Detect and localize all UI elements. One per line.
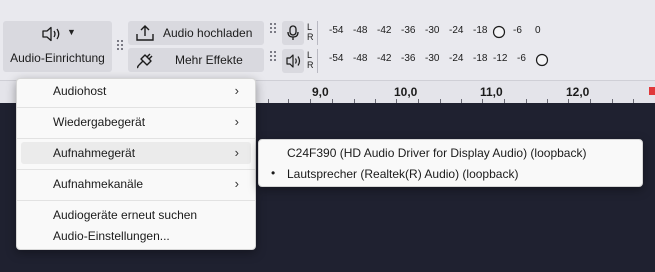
menu-divider bbox=[17, 138, 255, 139]
speaker-icon bbox=[42, 26, 60, 42]
playback-channel-labels: L R bbox=[307, 50, 314, 70]
meter-grip-handle[interactable] bbox=[270, 51, 276, 63]
record-tick: -36 bbox=[401, 25, 416, 36]
playback-level-meter[interactable]: -54 -48 -42 -36 -30 -24 -18 -12 -6 bbox=[317, 49, 552, 73]
plugin-icon bbox=[136, 53, 153, 69]
playback-tick: -42 bbox=[377, 53, 392, 64]
audio-setup-label: Audio-Einrichtung bbox=[10, 51, 105, 65]
playback-tick: -12 bbox=[493, 53, 508, 64]
menu-divider bbox=[17, 200, 255, 201]
toolbar-grip-handle[interactable] bbox=[117, 40, 123, 52]
menu-divider bbox=[17, 107, 255, 108]
level-slider-handle[interactable] bbox=[535, 53, 549, 67]
ruler-label: 10,0 bbox=[394, 85, 418, 99]
playback-tick: -6 bbox=[517, 53, 526, 64]
playback-tick: -48 bbox=[353, 53, 368, 64]
upload-audio-label: Audio hochladen bbox=[163, 26, 253, 40]
more-effects-label: Mehr Effekte bbox=[175, 53, 243, 67]
playback-meter-button[interactable] bbox=[282, 49, 304, 73]
speaker-icon bbox=[286, 54, 301, 68]
chevron-right-icon: › bbox=[234, 145, 239, 160]
microphone-icon bbox=[287, 25, 299, 40]
menu-divider bbox=[17, 169, 255, 170]
playback-tick: -54 bbox=[329, 53, 344, 64]
upload-icon bbox=[136, 25, 154, 41]
submenu-item-device[interactable]: • Lautsprecher (Realtek(R) Audio) (loopb… bbox=[263, 163, 638, 185]
more-effects-button[interactable]: Mehr Effekte bbox=[128, 48, 264, 72]
record-channel-labels: L R bbox=[307, 22, 314, 42]
ruler-label: 12,0 bbox=[566, 85, 590, 99]
ruler-label: 11,0 bbox=[480, 85, 503, 99]
chevron-right-icon: › bbox=[234, 83, 239, 98]
meter-grip-handle[interactable] bbox=[270, 23, 276, 35]
chevron-down-icon: ▼ bbox=[67, 27, 76, 37]
recording-device-submenu: C24F390 (HD Audio Driver for Display Aud… bbox=[258, 139, 643, 187]
record-tick: -18 bbox=[473, 25, 488, 36]
record-tick: 0 bbox=[535, 25, 541, 36]
level-slider-handle[interactable] bbox=[492, 25, 506, 39]
playback-tick: -18 bbox=[473, 53, 488, 64]
record-tick: -6 bbox=[513, 25, 522, 36]
upload-audio-button[interactable]: Audio hochladen bbox=[128, 21, 264, 45]
menu-item-audiohost[interactable]: Audiohost › bbox=[21, 80, 251, 102]
audio-setup-menu: Audiohost › Wiedergabegerät › Aufnahmege… bbox=[16, 78, 256, 250]
menu-item-recording-channels[interactable]: Aufnahmekanäle › bbox=[21, 173, 251, 195]
menu-item-playback-device[interactable]: Wiedergabegerät › bbox=[21, 111, 251, 133]
record-tick: -54 bbox=[329, 25, 344, 36]
record-tick: -42 bbox=[377, 25, 392, 36]
menu-item-audio-settings[interactable]: Audio-Einstellungen... bbox=[21, 225, 251, 247]
record-tick: -24 bbox=[449, 25, 464, 36]
playback-tick: -30 bbox=[425, 53, 440, 64]
record-level-meter[interactable]: -54 -48 -42 -36 -30 -24 -18 -6 0 bbox=[317, 21, 552, 45]
selected-bullet-icon: • bbox=[271, 166, 276, 180]
record-tick: -30 bbox=[425, 25, 440, 36]
submenu-item-device[interactable]: C24F390 (HD Audio Driver for Display Aud… bbox=[263, 142, 638, 164]
menu-item-rescan-devices[interactable]: Audiogeräte erneut suchen bbox=[21, 204, 251, 226]
playback-tick: -24 bbox=[449, 53, 464, 64]
ruler-label: 9,0 bbox=[312, 85, 329, 99]
playback-tick: -36 bbox=[401, 53, 416, 64]
menu-item-recording-device[interactable]: Aufnahmegerät › bbox=[21, 142, 251, 164]
playhead-marker[interactable] bbox=[649, 87, 655, 95]
record-meter-button[interactable] bbox=[282, 21, 304, 45]
record-tick: -48 bbox=[353, 25, 368, 36]
audio-setup-button[interactable]: ▼ Audio-Einrichtung bbox=[3, 21, 112, 72]
chevron-right-icon: › bbox=[234, 176, 239, 191]
chevron-right-icon: › bbox=[234, 114, 239, 129]
toolbar: ▼ Audio-Einrichtung Audio hochladen Mehr… bbox=[0, 0, 655, 80]
